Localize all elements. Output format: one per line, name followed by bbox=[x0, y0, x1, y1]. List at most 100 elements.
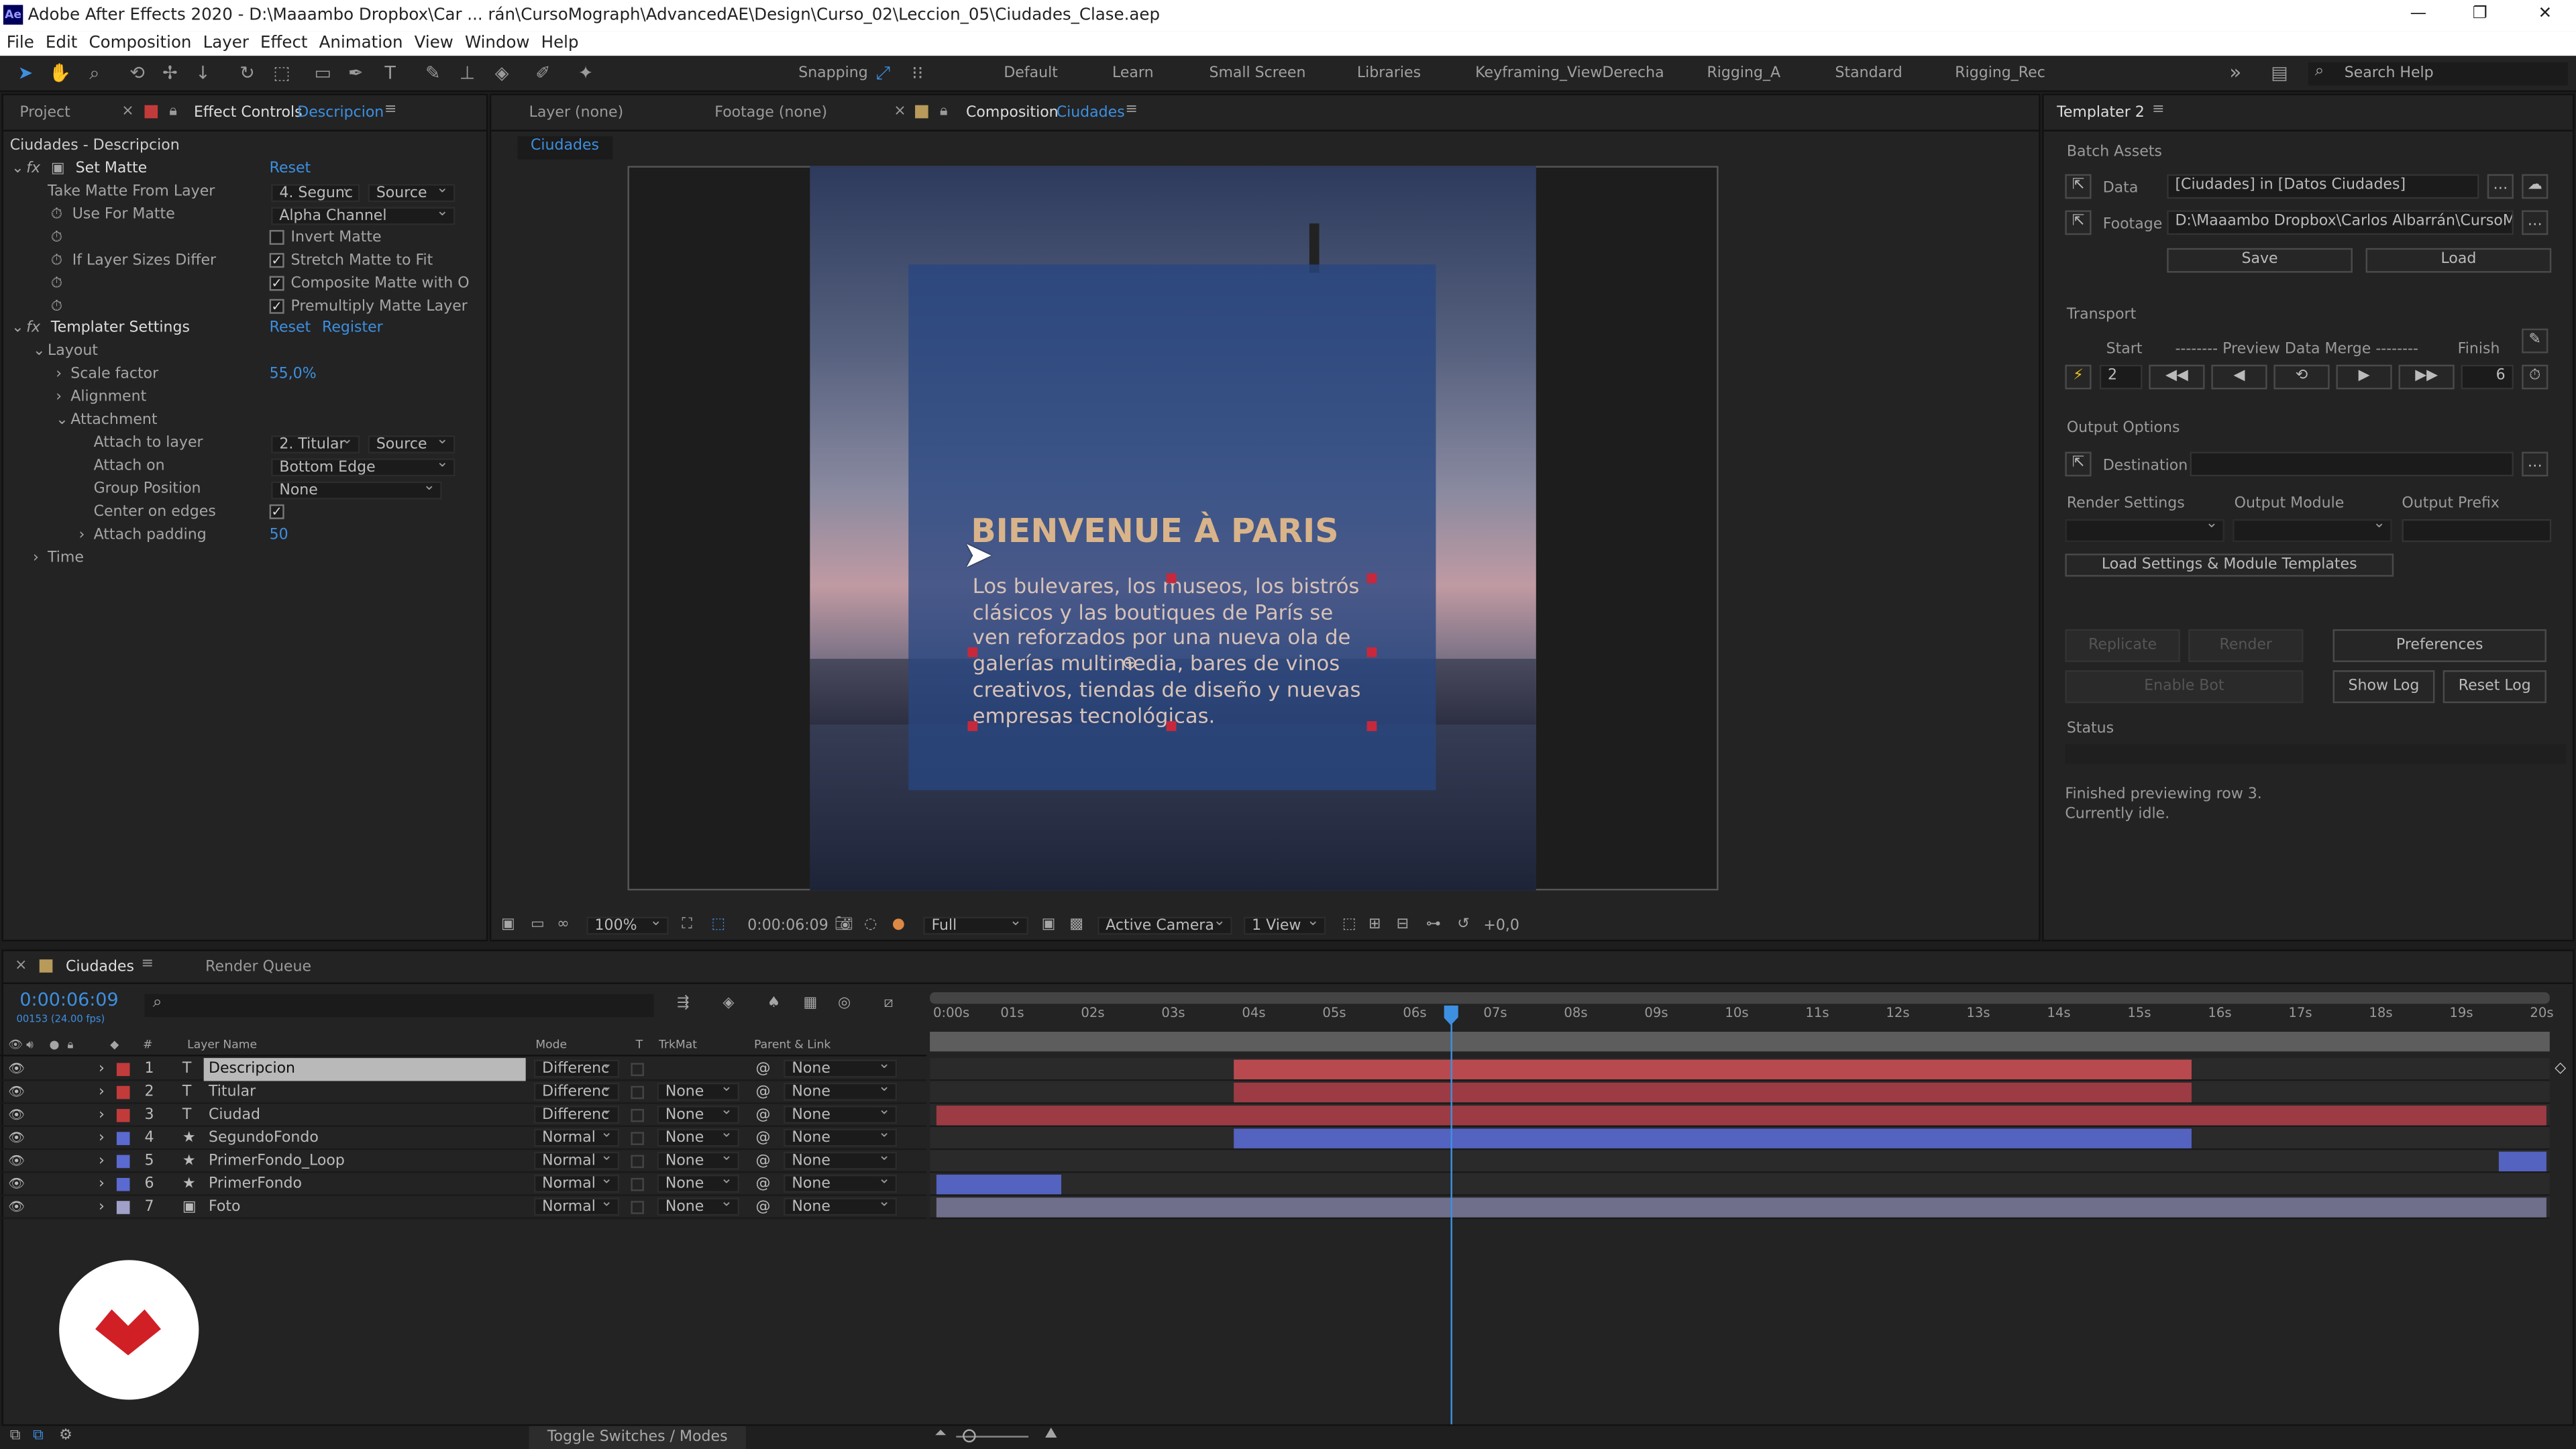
clone-stamp-tool-icon[interactable]: ⊥ bbox=[455, 62, 480, 85]
pan-behind-tool-icon[interactable]: ⬚ bbox=[270, 62, 294, 85]
zoom-in-icon[interactable]: ⛰ bbox=[1045, 1426, 1058, 1442]
layer-duration-bar[interactable] bbox=[936, 1175, 1061, 1195]
minimize-icon[interactable]: — bbox=[2410, 5, 2426, 23]
destination-field[interactable] bbox=[2190, 451, 2514, 477]
workspace-rigging-rec[interactable]: Rigging_Rec bbox=[1955, 66, 2045, 82]
layer-parent-select[interactable]: None bbox=[784, 1128, 898, 1147]
hand-tool-icon[interactable]: ✋ bbox=[48, 62, 72, 85]
reset-log-button[interactable]: Reset Log bbox=[2443, 670, 2546, 704]
data-browse-button[interactable]: … bbox=[2487, 174, 2514, 199]
show-snapshot-icon[interactable]: ◌ bbox=[864, 917, 877, 933]
visibility-toggle-icon[interactable]: 👁︎ bbox=[8, 1127, 25, 1150]
zoom-out-icon[interactable]: ⏶ bbox=[934, 1426, 947, 1442]
expand-icon[interactable]: › bbox=[56, 363, 62, 386]
snap-icon[interactable]: ⤢ bbox=[871, 62, 896, 85]
templater-title[interactable]: Templater 2 bbox=[2057, 105, 2145, 121]
pickwhip-icon[interactable]: @ bbox=[756, 1104, 771, 1127]
brush-tool-icon[interactable]: ✎ bbox=[421, 62, 445, 85]
destination-icon[interactable]: ⇱ bbox=[2065, 451, 2092, 477]
premultiply-checkbox[interactable]: ✓ bbox=[269, 299, 284, 314]
layer-parent-select[interactable]: None bbox=[784, 1106, 898, 1124]
display-icon[interactable]: ▭ bbox=[531, 917, 545, 933]
comp-image[interactable]: BIENVENUE À PARIS Los bulevares, los mus… bbox=[810, 166, 1536, 891]
panel-menu-icon[interactable]: ≡ bbox=[142, 956, 154, 972]
fx-icon[interactable]: fx bbox=[26, 158, 40, 180]
snap-grid-icon[interactable]: ⁝⁝ bbox=[905, 62, 930, 85]
layer-parent-select[interactable]: None bbox=[784, 1059, 898, 1078]
visibility-toggle-icon[interactable]: 👁︎ bbox=[8, 1150, 25, 1173]
work-area-bar[interactable] bbox=[930, 1031, 2550, 1052]
layer-parent-select[interactable]: None bbox=[784, 1197, 898, 1216]
composite-matte-checkbox[interactable]: ✓ bbox=[269, 276, 284, 291]
comp-subtab[interactable]: Ciudades bbox=[517, 136, 612, 160]
stopwatch-icon[interactable]: ⏱ bbox=[51, 296, 62, 319]
expand-icon[interactable]: › bbox=[99, 1058, 105, 1081]
roto-brush-tool-icon[interactable]: ✐ bbox=[531, 62, 555, 85]
layer-parent-select[interactable]: None bbox=[784, 1082, 898, 1101]
body-text[interactable]: Los bulevares, los museos, los bistrós c… bbox=[973, 574, 1377, 729]
always-preview-icon[interactable]: ▣ bbox=[501, 917, 515, 933]
tab-composition[interactable]: Composition bbox=[966, 105, 1059, 121]
clock-icon[interactable]: ⏱ bbox=[2522, 364, 2548, 390]
menu-effect[interactable]: Effect bbox=[260, 34, 307, 52]
layer-mode-select[interactable]: Differenc bbox=[533, 1059, 620, 1078]
layer-trkmat-select[interactable]: None bbox=[657, 1106, 740, 1124]
refresh-row-button[interactable]: ⟲ bbox=[2273, 364, 2330, 390]
layer-label-color[interactable] bbox=[116, 1132, 130, 1145]
alignment-row[interactable]: › Alignment bbox=[3, 386, 467, 409]
layer-trkmat-select[interactable]: None bbox=[657, 1151, 740, 1170]
rotate-tool-icon[interactable]: ↻ bbox=[235, 62, 260, 85]
layer-duration-bar[interactable] bbox=[2498, 1151, 2546, 1172]
timeline-icon[interactable]: ⊟ bbox=[1397, 917, 1409, 933]
layer-mode-select[interactable]: Normal bbox=[533, 1197, 620, 1216]
render-time-icon[interactable]: ⧉ bbox=[33, 1428, 44, 1444]
invert-matte-checkbox[interactable] bbox=[269, 229, 284, 245]
menu-window[interactable]: Window bbox=[465, 34, 530, 52]
draft-3d-icon[interactable]: ◈ bbox=[723, 996, 735, 1012]
attach-to-source-select[interactable]: Source bbox=[368, 435, 455, 453]
preserve-transparency-box[interactable] bbox=[631, 1085, 645, 1099]
pickwhip-icon[interactable]: @ bbox=[756, 1173, 771, 1196]
layer-row[interactable]: 👁︎ › 3 T Ciudad Differenc None @ None bbox=[0, 1104, 927, 1128]
comp-mini-flowchart-icon[interactable]: ⇶ bbox=[677, 996, 689, 1012]
panel-menu-icon[interactable]: ≡ bbox=[2152, 102, 2164, 118]
quality-select[interactable]: Full bbox=[923, 916, 1029, 935]
layer-label-color[interactable] bbox=[116, 1155, 130, 1169]
data-icon[interactable]: ⇱ bbox=[2065, 174, 2092, 199]
center-on-edges-checkbox[interactable]: ✓ bbox=[269, 504, 284, 519]
timeline-end-icon[interactable]: ⬦ bbox=[2555, 1060, 2566, 1078]
search-help-box[interactable]: ⌕ Search Help bbox=[2308, 62, 2568, 86]
preserve-transparency-box[interactable] bbox=[631, 1132, 645, 1145]
render-button[interactable]: Render bbox=[2188, 629, 2304, 662]
mask-icon[interactable]: ∞ bbox=[557, 917, 569, 933]
last-row-button[interactable]: ▶▶ bbox=[2398, 364, 2455, 390]
render-settings-select[interactable] bbox=[2065, 519, 2224, 543]
tab-render-queue[interactable]: Render Queue bbox=[205, 959, 311, 975]
maximize-icon[interactable]: ❐ bbox=[2473, 5, 2487, 23]
destination-browse-button[interactable]: … bbox=[2522, 451, 2548, 477]
zoom-tool-icon[interactable]: ⌕ bbox=[82, 62, 107, 85]
prev-row-button[interactable]: ◀ bbox=[2211, 364, 2267, 390]
close-tab-icon[interactable]: × bbox=[121, 103, 133, 119]
layer-label-color[interactable] bbox=[116, 1201, 130, 1214]
menu-animation[interactable]: Animation bbox=[319, 34, 403, 52]
bbox-handle[interactable] bbox=[1166, 573, 1177, 584]
bbox-handle[interactable] bbox=[1366, 647, 1377, 657]
type-tool-icon[interactable]: T bbox=[378, 62, 402, 85]
layer-parent-select[interactable]: None bbox=[784, 1175, 898, 1193]
collapse-icon[interactable]: ⌄ bbox=[11, 317, 23, 340]
output-module-select[interactable] bbox=[2233, 519, 2392, 543]
layer-name[interactable]: Ciudad bbox=[204, 1104, 260, 1127]
motion-blur-icon[interactable]: ◎ bbox=[838, 996, 851, 1012]
fx-icon[interactable]: fx bbox=[26, 317, 40, 340]
eraser-tool-icon[interactable]: ◈ bbox=[490, 62, 515, 85]
views-select[interactable]: 1 View bbox=[1243, 916, 1326, 935]
replicate-button[interactable]: Replicate bbox=[2065, 629, 2180, 662]
use-for-matte-select[interactable]: Alpha Channel bbox=[271, 207, 455, 225]
layer-mode-select[interactable]: Normal bbox=[533, 1128, 620, 1147]
reset-exposure-icon[interactable]: ↺ bbox=[1457, 917, 1469, 933]
bbox-handle[interactable] bbox=[1366, 573, 1377, 584]
headline-text[interactable]: BIENVENUE À PARIS bbox=[971, 511, 1338, 551]
pan-tool-icon[interactable]: ✢ bbox=[158, 62, 182, 85]
bbox-handle[interactable] bbox=[1366, 721, 1377, 731]
